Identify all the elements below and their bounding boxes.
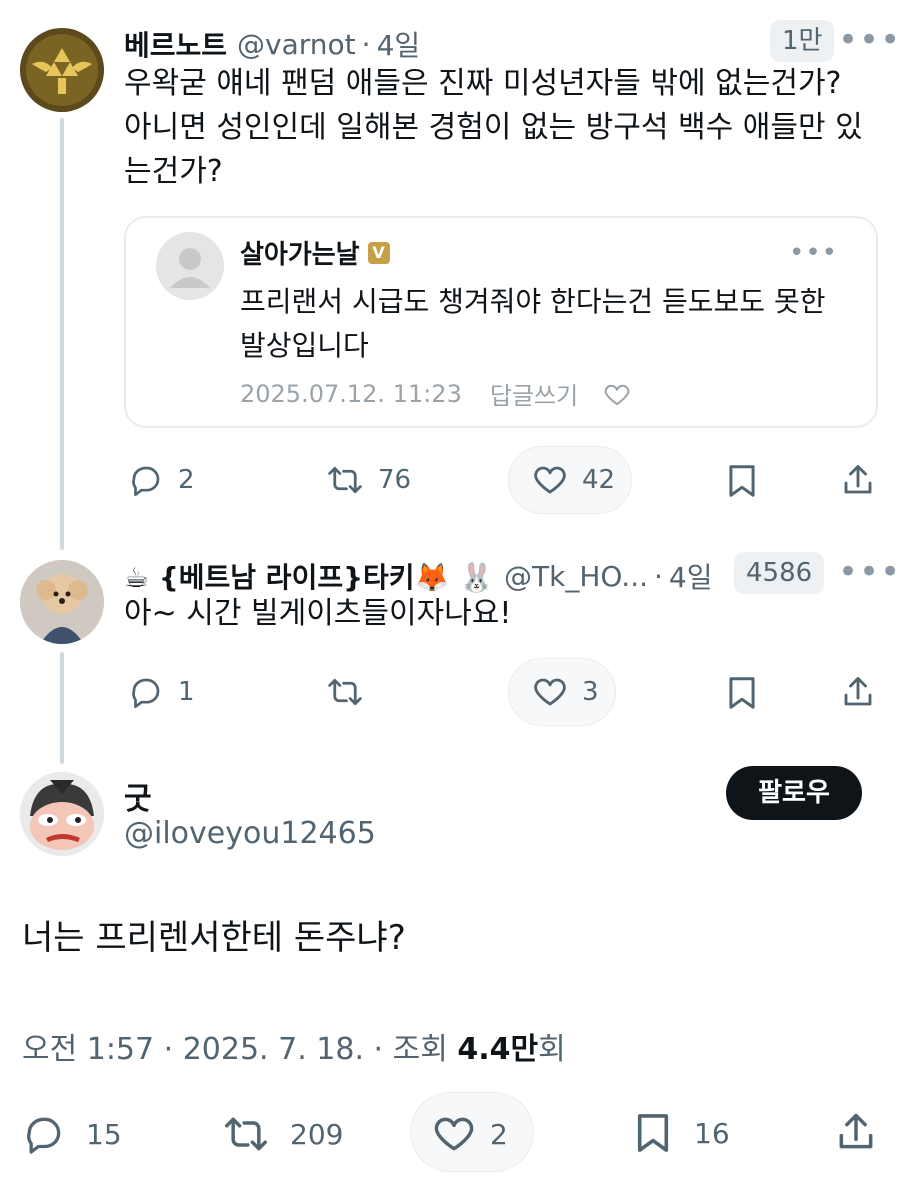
heart-icon[interactable] — [602, 379, 632, 409]
bookmark-icon — [637, 1114, 669, 1152]
retweet-button[interactable]: 209 — [222, 1112, 343, 1156]
tweet-text: 너는 프리렌서한테 돈주냐? — [22, 918, 406, 958]
bookmark-count: 16 — [694, 1116, 730, 1150]
display-name[interactable]: ☕ {베트남 라이프}타키🦊 🐰 — [124, 556, 494, 596]
count-badge: 4586 — [734, 552, 825, 594]
like-count: 3 — [582, 677, 599, 707]
bookmark-icon — [729, 465, 755, 497]
tweet-meta: 오전 1:57 · 2025. 7. 18. · 조회 4.4만회 — [22, 1024, 566, 1068]
like-count: 42 — [582, 465, 616, 495]
tweet-text: 우왁굳 얘네 팬덤 애들은 진짜 미성년자들 밖에 없는건가? 아니면 성인인데… — [124, 66, 863, 189]
write-reply-link[interactable]: 답글쓰기 — [490, 376, 578, 411]
view-suffix: 회 — [538, 1032, 566, 1067]
share-upload-icon — [839, 1113, 873, 1149]
reply-count: 2 — [178, 465, 195, 495]
separator-dot: · — [361, 27, 371, 61]
user-handle[interactable]: @iloveyou12465 — [124, 816, 376, 851]
reply-button[interactable]: 2 — [128, 462, 195, 498]
user-handle[interactable]: @Tk_HO... — [504, 560, 648, 593]
default-avatar-icon — [156, 232, 224, 300]
retweet-icon — [328, 678, 362, 706]
bookmark-icon — [729, 677, 755, 709]
retweet-icon — [328, 466, 362, 494]
share-button[interactable] — [840, 462, 876, 498]
bookmark-button[interactable] — [726, 462, 758, 500]
count-badge: 1만 — [770, 20, 835, 62]
heart-icon — [434, 1117, 474, 1151]
reply-count: 15 — [86, 1117, 122, 1151]
retweet-count: 76 — [378, 465, 412, 495]
avatar-iloveyou12465[interactable] — [20, 772, 104, 856]
timestamp[interactable]: 4일 — [377, 24, 421, 64]
thread-connector — [60, 652, 64, 764]
quoted-meta: 2025.07.12. 11:23 답글쓰기 — [240, 376, 632, 411]
more-horizontal-icon[interactable]: ••• — [838, 555, 900, 589]
bookmark-button[interactable]: 16 — [634, 1110, 730, 1156]
quoted-author-name: 살아가는날 — [240, 240, 360, 270]
retweet-button[interactable]: 76 — [326, 462, 411, 498]
retweet-button[interactable] — [326, 674, 364, 710]
separator-dot: · — [654, 559, 663, 593]
like-count: 2 — [490, 1117, 508, 1151]
reply-count: 1 — [178, 677, 195, 707]
timestamp-date: 오전 1:57 · 2025. 7. 18. · 조회 — [22, 1032, 458, 1067]
reply-bubble-icon — [132, 466, 160, 497]
timestamp[interactable]: 4일 — [669, 556, 713, 596]
thread-connector — [60, 118, 64, 550]
quoted-datetime: 2025.07.12. 11:23 — [240, 379, 462, 408]
reply-button[interactable]: 1 — [128, 674, 195, 710]
heart-icon — [534, 466, 566, 494]
like-button[interactable]: 3 — [532, 674, 599, 710]
display-name[interactable]: 굿 — [124, 774, 152, 818]
reply-button[interactable]: 15 — [22, 1112, 122, 1156]
retweet-count: 209 — [290, 1117, 344, 1151]
quoted-author: 살아가는날 V — [240, 234, 390, 271]
share-button[interactable] — [840, 674, 876, 710]
verified-badge-icon: V — [367, 241, 390, 264]
heart-icon — [534, 678, 566, 706]
reply-bubble-icon — [132, 678, 160, 709]
share-upload-icon — [844, 677, 872, 706]
retweet-icon — [225, 1117, 267, 1151]
share-upload-icon — [844, 465, 872, 494]
avatar-varnot[interactable] — [20, 28, 104, 112]
share-button[interactable] — [834, 1110, 878, 1154]
user-handle[interactable]: @varnot — [237, 28, 356, 61]
more-horizontal-icon[interactable]: ••• — [789, 238, 838, 268]
avatar-tk-ho[interactable] — [20, 560, 104, 644]
quoted-text: 프리랜서 시급도 챙겨줘야 한다는건 듣도보도 못한 발상입니다 — [240, 285, 826, 362]
like-button[interactable]: 2 — [432, 1112, 508, 1156]
tweet-text: 아~ 시간 빌게이츠들이자나요! — [124, 596, 512, 631]
view-count: 4.4만 — [457, 1032, 539, 1067]
bookmark-button[interactable] — [726, 674, 758, 712]
tweet-header: 베르노트 @varnot · 4일 — [124, 24, 420, 64]
quoted-card[interactable]: 살아가는날 V ••• 프리랜서 시급도 챙겨줘야 한다는건 듣도보도 못한 발… — [124, 216, 878, 428]
more-horizontal-icon[interactable]: ••• — [838, 23, 900, 57]
reply-bubble-icon — [27, 1117, 61, 1154]
follow-button[interactable]: 팔로우 — [726, 766, 862, 820]
display-name[interactable]: 베르노트 — [124, 24, 227, 64]
like-button[interactable]: 42 — [532, 462, 615, 498]
tweet-header: ☕ {베트남 라이프}타키🦊 🐰 @Tk_HO... · 4일 — [124, 556, 713, 596]
